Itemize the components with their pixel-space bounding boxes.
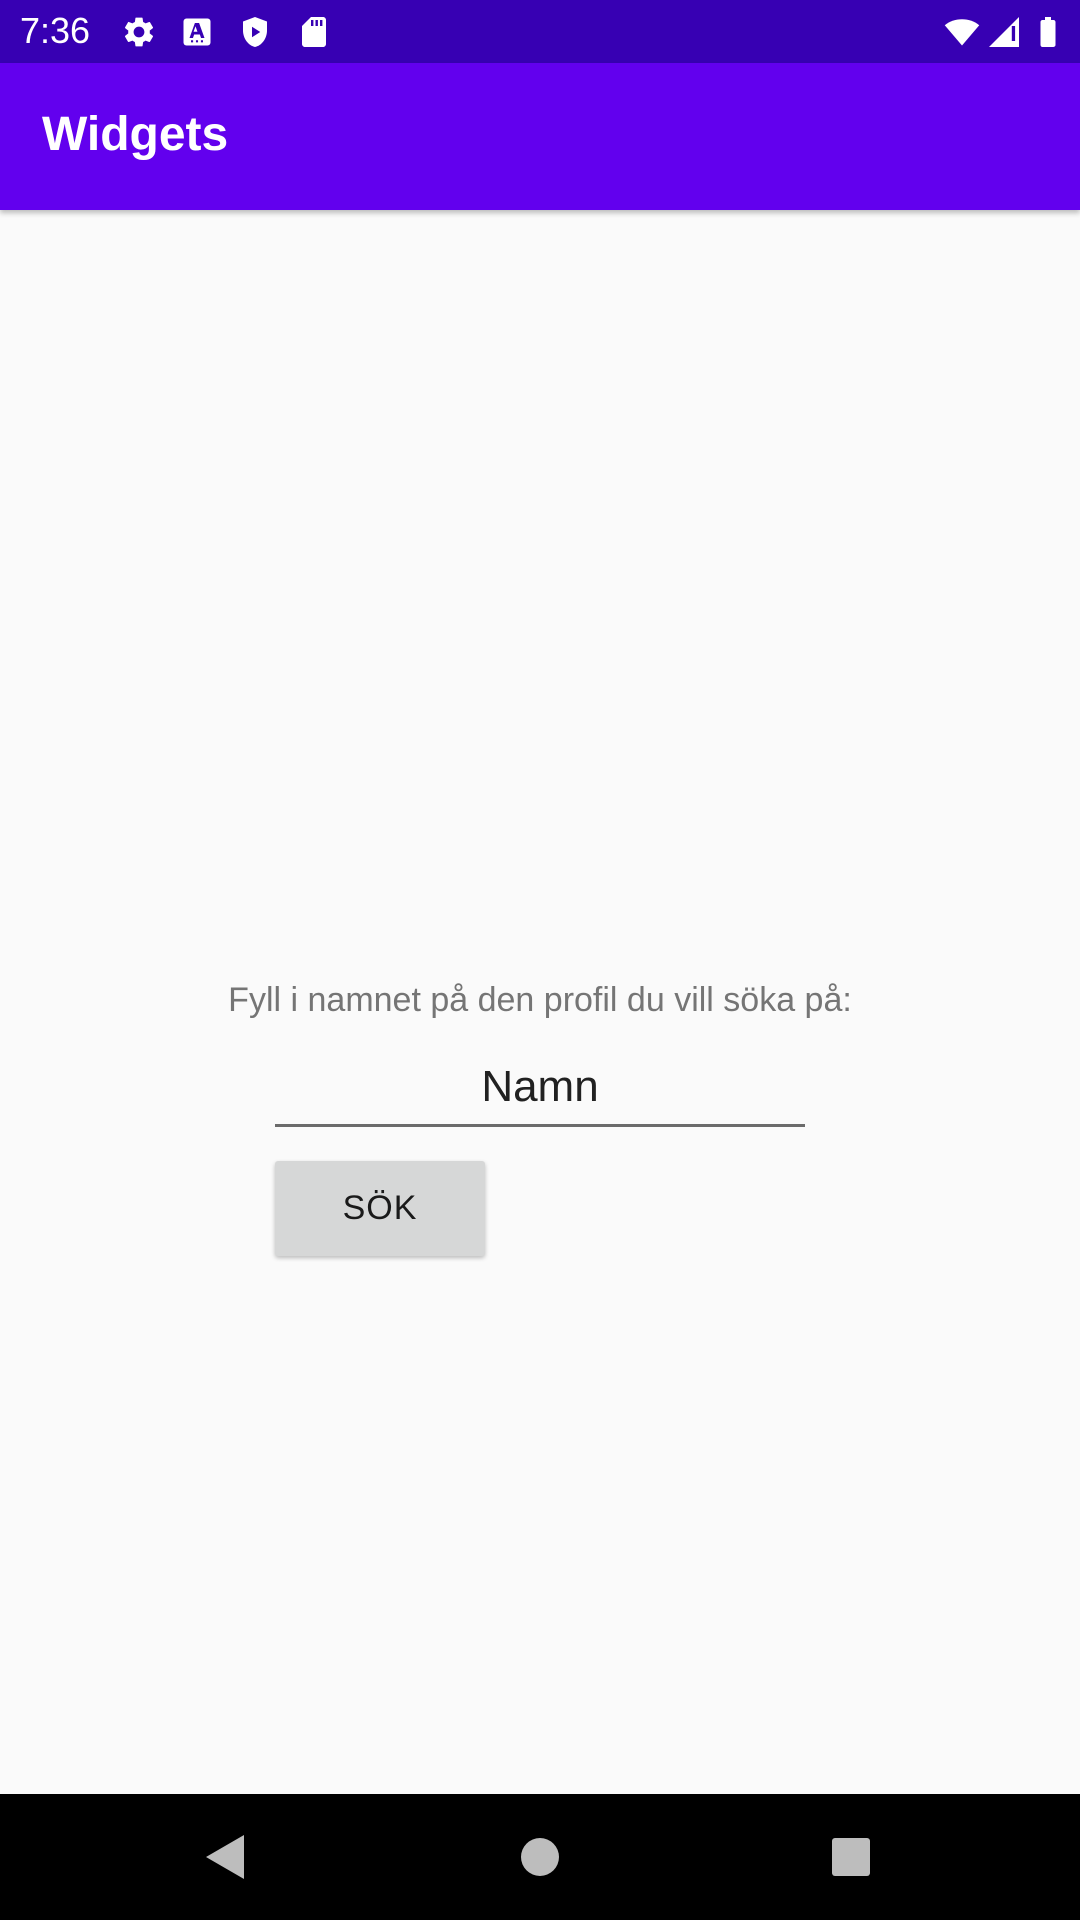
sd-card-icon — [296, 14, 332, 50]
app-bar: Widgets — [0, 63, 1080, 210]
signal-icon — [986, 14, 1022, 50]
wifi-icon — [944, 14, 980, 50]
recents-icon[interactable] — [821, 1827, 881, 1887]
navigation-bar — [0, 1794, 1080, 1920]
search-button[interactable]: SÖK — [275, 1161, 485, 1256]
status-bar: 7:36 — [0, 0, 1080, 63]
search-prompt-label: Fyll i namnet på den profil du vill söka… — [228, 981, 852, 1019]
name-input[interactable] — [275, 1050, 805, 1127]
battery-icon — [1030, 14, 1066, 50]
shield-play-icon — [237, 14, 273, 50]
home-icon[interactable] — [510, 1827, 570, 1887]
back-icon[interactable] — [196, 1827, 256, 1887]
app-title: Widgets — [42, 108, 229, 161]
gear-icon — [121, 14, 157, 50]
status-time: 7:36 — [20, 10, 91, 51]
font-a-icon — [179, 14, 215, 50]
